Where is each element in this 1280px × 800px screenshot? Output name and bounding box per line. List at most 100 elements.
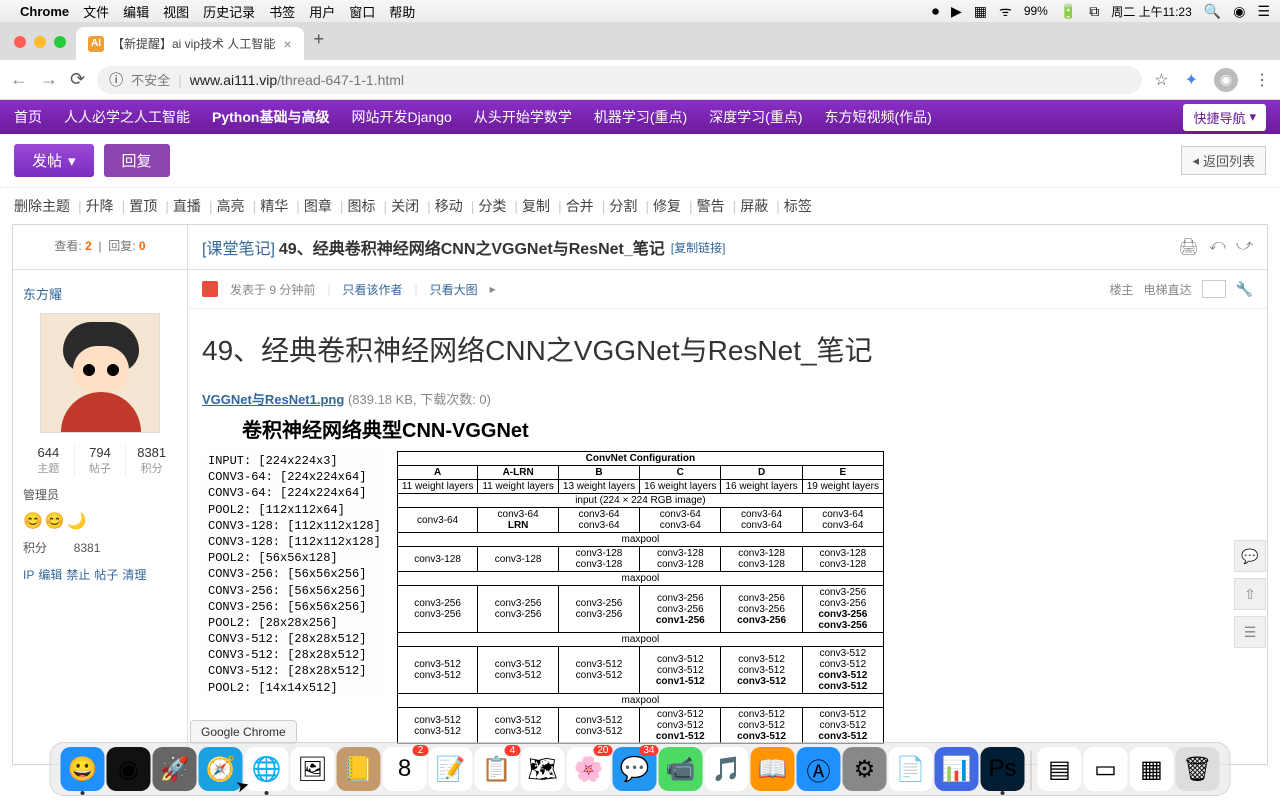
mod-tool-link[interactable]: 复制 xyxy=(522,198,550,214)
dock-app-settings[interactable]: ⚙ xyxy=(843,747,887,791)
dock-app-siri[interactable]: ◉ xyxy=(107,747,151,791)
mod-tool-link[interactable]: 置顶 xyxy=(129,198,157,214)
forum-nav-link[interactable]: 首页 xyxy=(14,109,42,125)
mod-tool-link[interactable]: 分割 xyxy=(609,198,637,214)
chrome-menu-icon[interactable]: ⋮ xyxy=(1254,70,1270,90)
dock-item-doc1[interactable]: ▤ xyxy=(1038,747,1082,791)
dock-item-trash[interactable]: 🗑 xyxy=(1176,747,1220,791)
dock-app-itunes[interactable]: 🎵 xyxy=(705,747,749,791)
screencast-icon[interactable]: ⏺ xyxy=(932,3,939,20)
dock-app-reminders[interactable]: 📋4 xyxy=(475,747,519,791)
profile-button[interactable]: ◉ xyxy=(1214,68,1238,92)
author-stat[interactable]: 8381积分 xyxy=(126,445,177,476)
forum-nav-link[interactable]: 从头开始学数学 xyxy=(474,109,572,125)
dock-app-messages[interactable]: 💬34 xyxy=(613,747,657,791)
dock-item-doc3[interactable]: ▦ xyxy=(1130,747,1174,791)
mod-tool-link[interactable]: 屏蔽 xyxy=(740,198,768,214)
mod-tool-link[interactable]: 关闭 xyxy=(391,198,419,214)
menubar-item[interactable]: 视图 xyxy=(163,5,189,20)
author-avatar[interactable] xyxy=(40,313,160,433)
extension-icon[interactable]: ✦ xyxy=(1185,70,1198,90)
big-image-link[interactable]: 只看大图 xyxy=(430,281,478,298)
forum-nav-link[interactable]: 人人必学之人工智能 xyxy=(64,109,190,125)
window-close-button[interactable] xyxy=(14,36,26,48)
mod-tool-link[interactable]: 直播 xyxy=(173,198,201,214)
elevator-input[interactable] xyxy=(1202,280,1226,298)
window-maximize-button[interactable] xyxy=(54,36,66,48)
author-name-link[interactable]: 东方耀 xyxy=(23,284,177,303)
mod-tool-link[interactable]: 图章 xyxy=(304,198,332,214)
spotlight-icon[interactable]: 🔍 xyxy=(1204,3,1221,20)
dock-app-activity[interactable]: 📊 xyxy=(935,747,979,791)
menubar-item[interactable]: 用户 xyxy=(309,5,335,20)
mod-tool-link[interactable]: 修复 xyxy=(653,198,681,214)
address-bar[interactable]: ⓘ 不安全 | www.ai111.vip/thread-647-1-1.htm… xyxy=(97,66,1142,94)
next-thread-icon[interactable]: ⤻ xyxy=(1236,237,1253,257)
mod-tool-link[interactable]: 精华 xyxy=(260,198,288,214)
browser-tab[interactable]: AI 【新提醒】ai vip技术 人工智能 × xyxy=(76,27,304,60)
menubar-app-name[interactable]: Chrome xyxy=(20,4,69,19)
siri-menubar-icon[interactable]: ◉ xyxy=(1233,3,1245,20)
reply-button[interactable]: 回复 xyxy=(104,144,170,177)
menubar-item[interactable]: 窗口 xyxy=(349,5,375,20)
bookmark-star-icon[interactable]: ☆ xyxy=(1154,70,1168,90)
mod-tool-link[interactable]: 移动 xyxy=(435,198,463,214)
menubar-item[interactable]: 书签 xyxy=(269,5,295,20)
dock-app-ibooks[interactable]: 📖 xyxy=(751,747,795,791)
mod-tool-link[interactable]: 图标 xyxy=(347,198,375,214)
author-stat[interactable]: 794帖子 xyxy=(75,445,127,476)
site-info-icon[interactable]: ⓘ xyxy=(109,70,123,90)
control-center-icon[interactable]: ☰ xyxy=(1257,3,1270,20)
mod-tool-link[interactable]: 分类 xyxy=(478,198,506,214)
author-stat[interactable]: 644主题 xyxy=(23,445,75,476)
menubar-item[interactable]: 历史记录 xyxy=(203,5,255,20)
reload-button[interactable]: ⟳ xyxy=(70,69,85,90)
new-post-button[interactable]: 发帖 ▾ xyxy=(14,144,94,177)
print-icon[interactable]: 🖨 xyxy=(1178,237,1198,257)
menubar-item[interactable]: 编辑 xyxy=(123,5,149,20)
dock-app-photoshop[interactable]: Ps xyxy=(981,747,1025,791)
dock-item-doc2[interactable]: ▭ xyxy=(1084,747,1128,791)
dock-app-chrome[interactable]: 🌐 xyxy=(245,747,289,791)
menubar-item[interactable]: 帮助 xyxy=(389,5,415,20)
forum-nav-link[interactable]: 东方短视频(作品) xyxy=(824,109,931,125)
attachment-link[interactable]: VGGNet与ResNet1.png xyxy=(202,392,344,407)
mod-tool-link[interactable]: 合并 xyxy=(566,198,594,214)
wifi-icon[interactable]: ᯤ xyxy=(999,2,1012,21)
window-minimize-button[interactable] xyxy=(34,36,46,48)
mod-tool-link[interactable]: 警告 xyxy=(697,198,725,214)
forum-nav-link[interactable]: Python基础与高级 xyxy=(212,109,329,125)
airplay-icon[interactable]: ▶ xyxy=(951,3,962,20)
forum-nav-link[interactable]: 机器学习(重点) xyxy=(594,109,687,125)
dock-app-launchpad[interactable]: 🚀 xyxy=(153,747,197,791)
author-tool-link[interactable]: 编辑 xyxy=(38,568,62,582)
author-tool-link[interactable]: 清理 xyxy=(122,568,146,582)
forum-nav-link[interactable]: 深度学习(重点) xyxy=(709,109,802,125)
dock-app-textedit[interactable]: 📄 xyxy=(889,747,933,791)
dock-app-finder[interactable]: 😀 xyxy=(61,747,105,791)
mod-tool-link[interactable]: 标签 xyxy=(784,198,812,214)
thread-category[interactable]: [课堂笔记] xyxy=(202,235,275,259)
dock-app-photos[interactable]: 🌸20 xyxy=(567,747,611,791)
back-to-top-button[interactable]: ⇧ xyxy=(1234,578,1266,610)
author-tool-link[interactable]: 禁止 xyxy=(66,568,90,582)
new-tab-button[interactable]: + xyxy=(314,29,325,50)
dock-app-maps[interactable]: 🗺 xyxy=(521,747,565,791)
mod-tool-link[interactable]: 删除主题 xyxy=(14,198,70,214)
quick-nav-button[interactable]: 快捷导航 ▾ xyxy=(1183,104,1266,131)
quick-reply-button[interactable]: 💬 xyxy=(1234,540,1266,572)
play-icon[interactable]: ▸ xyxy=(490,282,496,296)
menubar-item[interactable]: 文件 xyxy=(83,5,109,20)
dock-app-contacts[interactable]: 📒 xyxy=(337,747,381,791)
copy-link-button[interactable]: [复制链接] xyxy=(671,239,726,256)
grid-icon[interactable]: ▦ xyxy=(974,3,987,20)
menubar-clock[interactable]: 周二 上午11:23 xyxy=(1111,3,1191,20)
dock-app-notes[interactable]: 📝 xyxy=(429,747,473,791)
back-button[interactable]: ← xyxy=(10,69,28,90)
dock-app-appstore[interactable]: Ⓐ xyxy=(797,747,841,791)
author-tool-link[interactable]: IP xyxy=(23,568,34,582)
return-list-button[interactable]: ◂ 返回列表 xyxy=(1181,146,1266,175)
mod-tool-link[interactable]: 高亮 xyxy=(217,198,245,214)
wrench-icon[interactable]: 🔧 xyxy=(1236,281,1253,298)
author-tool-link[interactable]: 帖子 xyxy=(94,568,118,582)
